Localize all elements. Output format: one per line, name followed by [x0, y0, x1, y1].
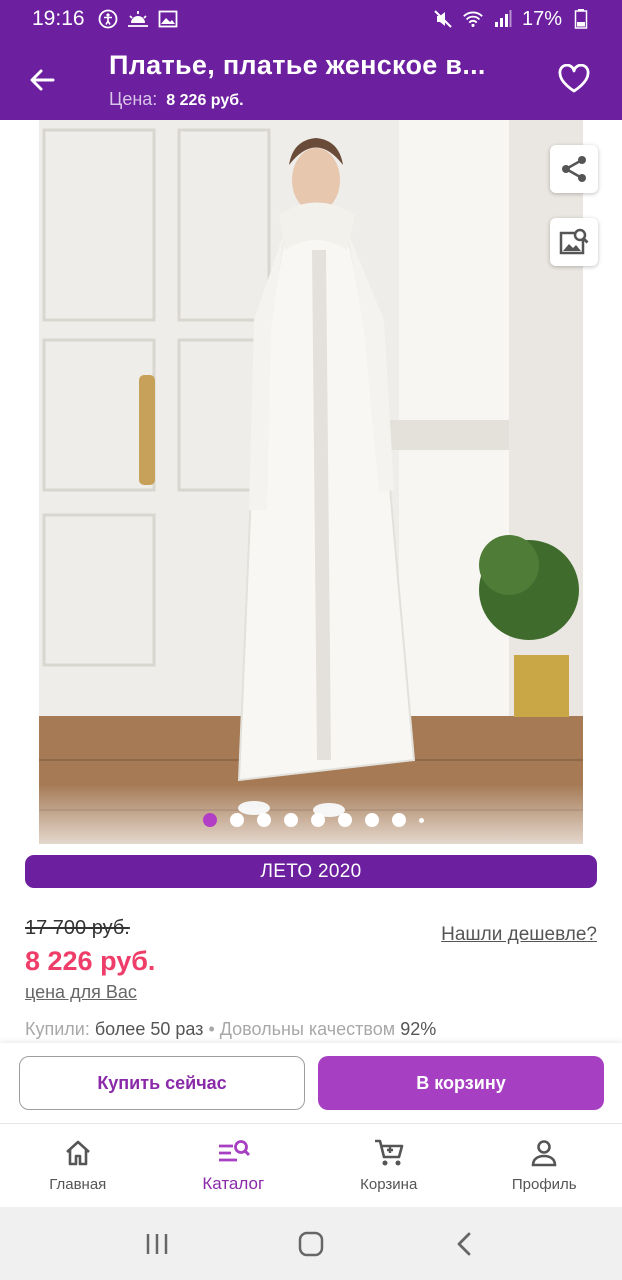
- accessibility-icon: [97, 8, 119, 30]
- status-system-icons: 17%: [432, 8, 592, 31]
- wifi-icon: [462, 8, 484, 30]
- buy-now-button[interactable]: Купить сейчас: [19, 1056, 305, 1110]
- bottom-navigation: Главная Каталог Корзина Профиль: [0, 1123, 622, 1207]
- gallery-pagination: [0, 810, 622, 830]
- dress-photo-illustration: [39, 120, 583, 844]
- promo-banner[interactable]: ЛЕТО 2020: [25, 855, 597, 888]
- pagination-dot[interactable]: [257, 813, 271, 827]
- gallery-icon: [157, 8, 179, 30]
- nav-item-profile[interactable]: Профиль: [467, 1124, 622, 1207]
- your-price-link[interactable]: цена для Вас: [25, 982, 137, 1003]
- pagination-dot[interactable]: [311, 813, 325, 827]
- nav-label-cart: Корзина: [360, 1176, 418, 1193]
- action-bar: Купить сейчас В корзину: [0, 1043, 622, 1123]
- pagination-dot[interactable]: [284, 813, 298, 827]
- product-title: Платье, платье женское в...: [109, 50, 486, 80]
- profile-icon: [527, 1136, 561, 1170]
- weather-icon: [127, 8, 149, 30]
- catalog-search-icon: [216, 1136, 251, 1170]
- back-system-button[interactable]: [445, 1224, 485, 1264]
- product-photo[interactable]: [39, 120, 583, 844]
- bought-label: Купили:: [25, 1019, 90, 1039]
- back-button[interactable]: [22, 60, 62, 100]
- favorite-button[interactable]: [553, 58, 595, 100]
- current-price: 8 226 руб.: [25, 946, 156, 976]
- home-circle-icon: [298, 1231, 324, 1256]
- nav-label-home: Главная: [49, 1176, 107, 1193]
- heart-icon: [558, 64, 590, 93]
- home-system-button[interactable]: [291, 1224, 331, 1264]
- product-stats: Купили: более 50 раз • Довольны качество…: [25, 1019, 436, 1040]
- mute-icon: [432, 8, 454, 30]
- pagination-dot[interactable]: [392, 813, 406, 827]
- nav-item-catalog[interactable]: Каталог: [156, 1124, 312, 1207]
- battery-percent: 17%: [521, 7, 562, 30]
- header-price: Цена: 8 226 руб.: [109, 89, 244, 110]
- arrow-back-icon: [30, 69, 55, 91]
- share-icon: [562, 156, 586, 182]
- quality-label: Довольны качеством: [219, 1019, 396, 1039]
- pagination-dot[interactable]: [419, 817, 424, 823]
- signal-icon: [492, 8, 514, 30]
- nav-item-cart[interactable]: Корзина: [311, 1124, 467, 1207]
- recent-apps-button[interactable]: [137, 1224, 177, 1264]
- product-gallery[interactable]: [0, 120, 622, 844]
- app-root: 19:16 17% Платье, платье женское в... Це…: [0, 0, 622, 1280]
- pagination-dot[interactable]: [338, 813, 352, 827]
- status-bar: 19:16 17%: [0, 0, 622, 38]
- cart-icon: [372, 1136, 406, 1170]
- nav-label-catalog: Каталог: [202, 1174, 265, 1193]
- add-to-cart-button[interactable]: В корзину: [318, 1056, 604, 1110]
- quality-value: 92%: [400, 1019, 437, 1039]
- pagination-dot[interactable]: [230, 813, 244, 827]
- found-cheaper-link[interactable]: Нашли дешевле?: [441, 924, 597, 946]
- pagination-dot[interactable]: [203, 813, 217, 827]
- app-bar: Платье, платье женское в... Цена: 8 226 …: [0, 38, 622, 120]
- home-icon: [61, 1136, 95, 1170]
- bought-value: более 50 раз: [94, 1019, 204, 1039]
- nav-label-profile: Профиль: [511, 1176, 577, 1193]
- stats-separator: •: [208, 1019, 215, 1039]
- chevron-left-icon: [457, 1232, 471, 1255]
- pagination-dot[interactable]: [365, 813, 379, 827]
- header-price-value: 8 226 руб.: [166, 92, 244, 109]
- system-navigation-bar: [0, 1207, 622, 1280]
- status-time: 19:16: [32, 7, 85, 30]
- battery-icon: [570, 8, 592, 30]
- image-search-button[interactable]: [550, 218, 598, 266]
- share-button[interactable]: [550, 145, 598, 193]
- recent-apps-icon: [146, 1233, 168, 1254]
- nav-item-home[interactable]: Главная: [0, 1124, 156, 1207]
- status-notification-icons: [97, 8, 179, 30]
- old-price: 17 700 руб.: [25, 917, 130, 939]
- image-search-icon: [559, 228, 589, 255]
- header-price-label: Цена:: [109, 89, 158, 109]
